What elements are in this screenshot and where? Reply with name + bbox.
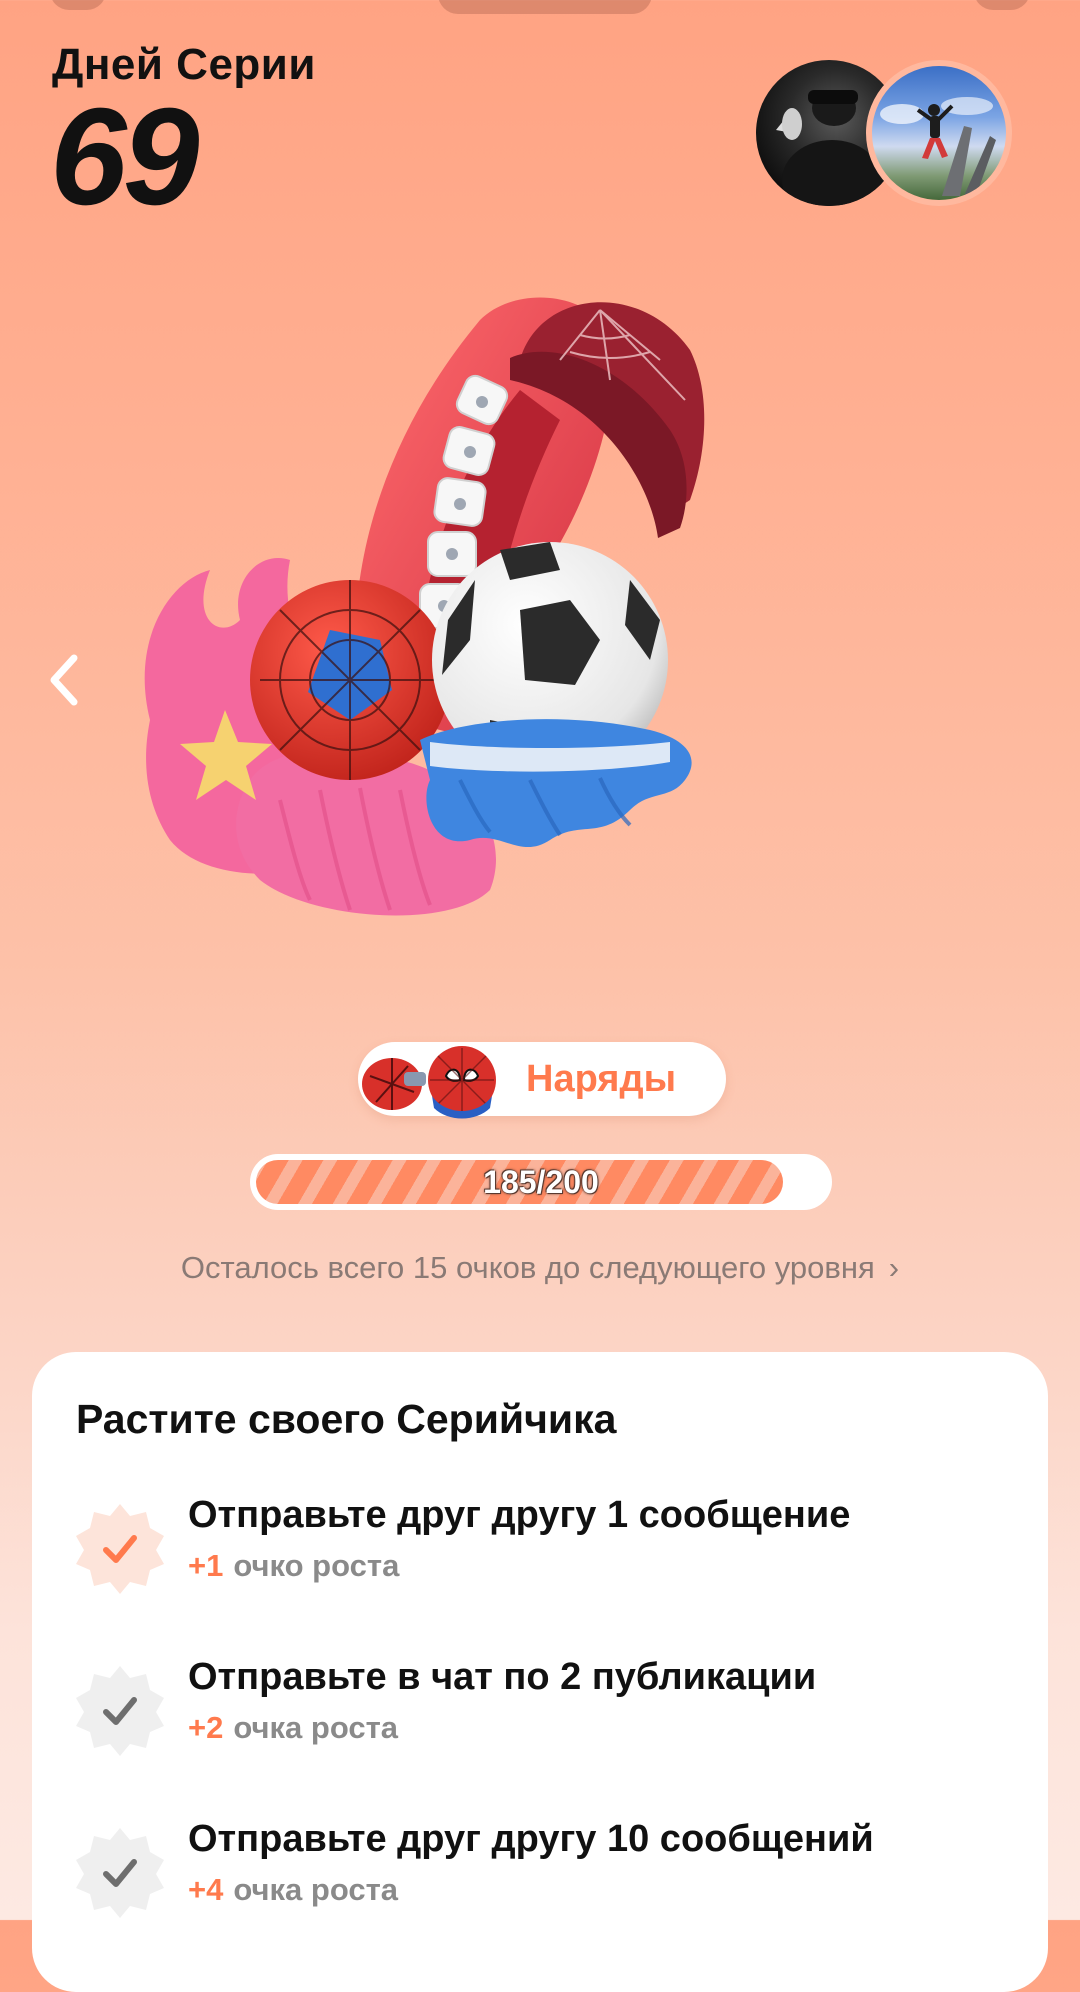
task-points: +2	[188, 1710, 224, 1745]
streak-mascot	[130, 280, 850, 1020]
chevron-left-icon[interactable]	[44, 650, 84, 710]
task-title: Отправьте друг другу 10 сообщений	[188, 1818, 874, 1860]
top-left-button[interactable]	[50, 0, 106, 10]
task-points: +1	[188, 1548, 224, 1583]
level-progress-bar: 185/200	[250, 1154, 832, 1210]
task-title: Отправьте друг другу 1 сообщение	[188, 1494, 851, 1536]
task-item: Отправьте в чат по 2 публикации +2 очка р…	[32, 1642, 1048, 1762]
remaining-points-text: Осталось всего 15 очков до следующего ур…	[180, 1250, 875, 1285]
check-badge-icon	[76, 1666, 164, 1756]
outfits-button[interactable]: Наряды	[358, 1042, 726, 1119]
task-reward: +4 очка роста	[188, 1872, 398, 1908]
task-points-unit: очка роста	[233, 1872, 399, 1907]
task-points: +4	[188, 1872, 224, 1907]
check-badge-icon	[76, 1828, 164, 1918]
task-item: Отправьте друг другу 1 сообщение +1 очко …	[32, 1480, 1048, 1600]
chevron-right-icon: ›	[888, 1250, 900, 1285]
avatar[interactable]	[866, 60, 1012, 206]
friend-avatars[interactable]	[756, 60, 1016, 210]
check-badge-icon	[76, 1504, 164, 1594]
task-reward: +1 очко роста	[188, 1548, 399, 1584]
task-item: Отправьте друг другу 10 сообщений +4 очка…	[32, 1804, 1048, 1924]
tasks-card: Растите своего Серийчика Отправьте друг …	[32, 1352, 1048, 1992]
outfits-label: Наряды	[526, 1058, 677, 1100]
task-reward: +2 очка роста	[188, 1710, 398, 1746]
task-title: Отправьте в чат по 2 публикации	[188, 1656, 817, 1698]
streak-count: 69	[50, 80, 199, 234]
top-right-button[interactable]	[974, 0, 1030, 10]
top-center-handle[interactable]	[438, 0, 652, 14]
spider-outfit-icon	[362, 1046, 496, 1119]
task-points-unit: очка роста	[233, 1710, 399, 1745]
remaining-points-link[interactable]: Осталось всего 15 очков до следующего ур…	[0, 1250, 1080, 1286]
level-progress-text: 185/200	[483, 1164, 599, 1200]
task-points-unit: очко роста	[233, 1548, 400, 1583]
tasks-card-title: Растите своего Серийчика	[76, 1396, 617, 1442]
